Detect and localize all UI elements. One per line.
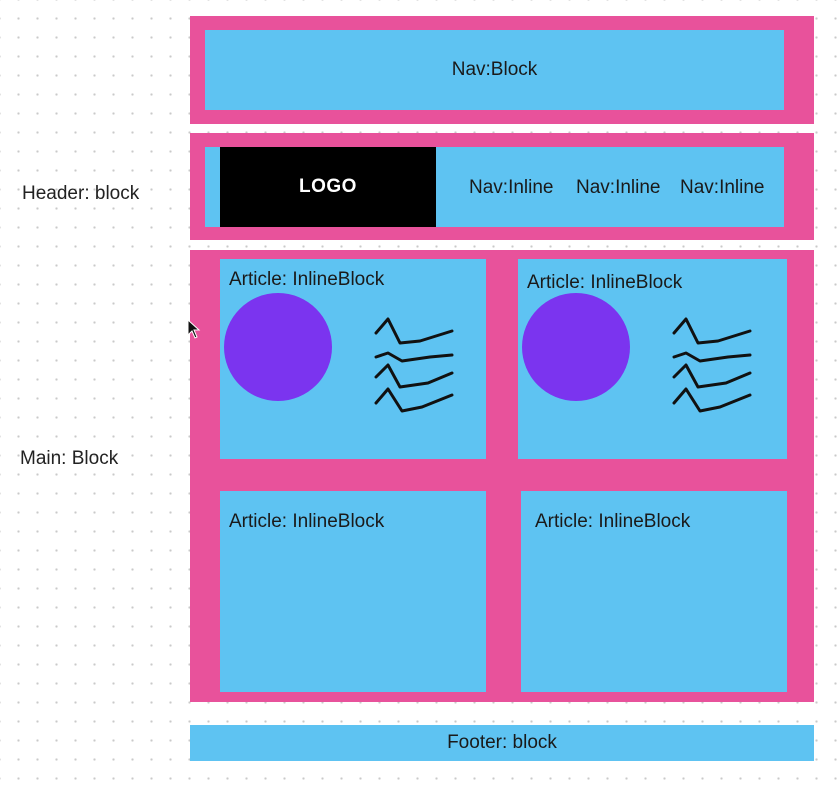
article-label: Article: InlineBlock [229, 269, 385, 290]
article-card: Article: InlineBlock [521, 491, 787, 692]
mouse-cursor-icon [187, 319, 201, 339]
article-card: Article: InlineBlock [518, 259, 787, 459]
header-container: LOGO Nav:Inline Nav:Inline Nav:Inline [190, 133, 814, 240]
header-bar: LOGO Nav:Inline Nav:Inline Nav:Inline [205, 147, 784, 227]
circle-image-placeholder-icon [522, 293, 630, 401]
article-label: Article: InlineBlock [229, 511, 385, 532]
article-card: Article: InlineBlock [220, 259, 486, 459]
scribble-text-lines-icon [374, 317, 454, 413]
nav-inline-item: Nav:Inline [680, 177, 765, 198]
article-label: Article: InlineBlock [527, 272, 683, 293]
main-container: Article: InlineBlock Article: InlineBloc… [190, 250, 814, 702]
top-nav-container: Nav:Block [190, 16, 814, 124]
nav-inline-item: Nav:Inline [576, 177, 661, 198]
circle-image-placeholder-icon [224, 293, 332, 401]
footer-block: Footer: block [190, 725, 814, 761]
nav-block: Nav:Block [205, 30, 784, 110]
header-side-label: Header: block [22, 183, 140, 204]
logo: LOGO [220, 147, 436, 227]
nav-inline-item: Nav:Inline [469, 177, 554, 198]
article-card: Article: InlineBlock [220, 491, 486, 692]
article-label: Article: InlineBlock [535, 511, 691, 532]
main-side-label: Main: Block [20, 448, 119, 469]
scribble-text-lines-icon [672, 317, 752, 413]
